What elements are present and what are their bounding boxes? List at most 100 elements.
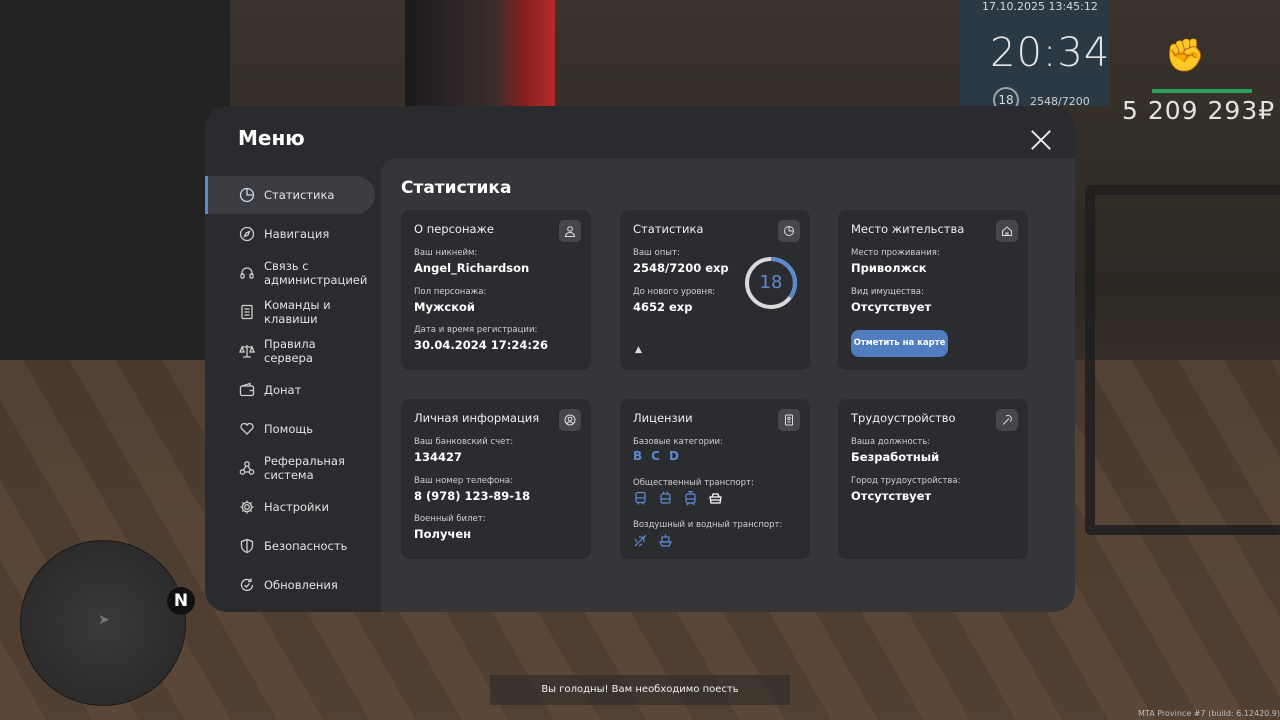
sidebar-item-label: Донат: [264, 383, 302, 397]
document-icon: [238, 303, 256, 321]
base-categories: B C D: [633, 449, 679, 463]
sidebar-item-label: Связь с администрацией: [264, 259, 368, 287]
bank-label: Ваш банковский счет:: [414, 437, 514, 447]
bus-icon: [633, 491, 648, 506]
nickname-value: Angel_Richardson: [414, 261, 530, 275]
hud-money: 5 209 293₽: [1122, 96, 1276, 125]
sidebar-item-settings[interactable]: Настройки: [205, 488, 375, 526]
pickaxe-icon: [996, 409, 1018, 431]
build-info: MTA Province #7 (build: 6.12420.9): [1138, 709, 1280, 718]
military-label: Военный билет:: [414, 514, 486, 524]
sidebar-item-label: Реферальная система: [264, 454, 345, 482]
sidebar-item-security[interactable]: Безопасность: [205, 527, 375, 565]
military-value: Получен: [414, 527, 472, 541]
pie-chart-icon: [778, 220, 800, 242]
category-b: B: [633, 449, 643, 463]
compass-north: N: [167, 587, 195, 615]
pie-chart-icon: [238, 186, 256, 204]
network-icon: [238, 459, 256, 477]
card-character: О персонаже Ваш никнейм: Angel_Richardso…: [401, 210, 591, 370]
sidebar-item-help[interactable]: Помощь: [205, 410, 375, 448]
shield-icon: [238, 537, 256, 555]
license-icon: [778, 409, 800, 431]
base-categories-label: Базовые категории:: [633, 437, 723, 447]
level-number: 18: [759, 272, 783, 293]
sidebar-item-label: Статистика: [264, 188, 335, 202]
public-transport-icons: [633, 491, 723, 506]
bank-value: 134427: [414, 450, 463, 464]
hud-clock: 20:34: [990, 30, 1111, 76]
home-icon: [996, 220, 1018, 242]
card-licenses: Лицензии Базовые категории: B C D Общест…: [620, 399, 810, 559]
exp-value: 2548/7200 exp: [633, 261, 729, 275]
category-c: C: [651, 449, 660, 463]
card-title: О персонаже: [414, 222, 494, 236]
menu-window: Меню Статистика Навигация Связь с админи…: [205, 106, 1075, 612]
card-title: Лицензии: [633, 411, 693, 425]
trolleybus-icon: [658, 491, 673, 506]
sidebar-item-donate[interactable]: Донат: [205, 371, 375, 409]
health-bar: [1152, 89, 1252, 93]
mark-on-map-button[interactable]: Отметить на карте: [851, 330, 948, 357]
sidebar-item-rules[interactable]: Правила сервера: [205, 332, 375, 370]
next-level-value: 4652 exp: [633, 300, 693, 314]
sidebar-item-referral[interactable]: Реферальная система: [205, 449, 375, 487]
heart-hand-icon: [238, 420, 256, 438]
player-arrow-icon: ➤: [98, 612, 110, 628]
phone-value: 8 (978) 123-89-18: [414, 489, 531, 503]
card-statistics: Статистика Ваш опыт: 2548/7200 exp До но…: [620, 210, 810, 370]
hunger-notification: Вы голодны! Вам необходимо поесть: [490, 675, 790, 705]
work-city-label: Город трудоустройства:: [851, 476, 961, 486]
air-water-transport-icons: [633, 533, 673, 548]
user-circle-icon: [559, 409, 581, 431]
mouse-cursor-icon: ▲: [635, 345, 642, 355]
sidebar-item-updates[interactable]: Обновления: [205, 566, 375, 604]
property-value: Отсутствует: [851, 300, 932, 314]
taxi-icon: [708, 491, 723, 506]
public-transport-label: Общественный транспорт:: [633, 478, 754, 488]
menu-title: Меню: [238, 126, 305, 150]
sidebar-item-commands[interactable]: Команды и клавиши: [205, 293, 375, 331]
card-residence: Место жительства Место проживания: Приво…: [838, 210, 1028, 370]
phone-label: Ваш номер телефона:: [414, 476, 513, 486]
wall-background: [0, 0, 230, 360]
scales-icon: [238, 342, 256, 360]
content-panel: Статистика О персонаже Ваш никнейм: Ange…: [381, 158, 1075, 612]
sidebar-item-admin-contact[interactable]: Связь с администрацией: [205, 254, 375, 292]
vending-machine: [405, 0, 555, 106]
refresh-icon: [238, 576, 256, 594]
sidebar-item-label: Обновления: [264, 578, 338, 592]
property-label: Вид имущества:: [851, 287, 924, 297]
position-value: Безработный: [851, 450, 940, 464]
place-value: Приволжск: [851, 261, 927, 275]
sidebar-item-label: Правила сервера: [264, 337, 316, 365]
wallet-icon: [238, 381, 256, 399]
work-city-value: Отсутствует: [851, 489, 932, 503]
sidebar-item-label: Безопасность: [264, 539, 348, 553]
card-title: Трудоустройство: [851, 411, 956, 425]
card-title: Личная информация: [414, 411, 540, 425]
sidebar-item-statistics[interactable]: Статистика: [205, 176, 375, 214]
hud-date-time: 17.10.2025 13:45:12: [982, 0, 1098, 13]
sidebar-item-label: Помощь: [264, 422, 314, 436]
exp-label: Ваш опыт:: [633, 248, 680, 258]
card-title: Статистика: [633, 222, 704, 236]
sidebar-item-label: Настройки: [264, 500, 329, 514]
card-personal-info: Личная информация Ваш банковский счет: 1…: [401, 399, 591, 559]
page-title: Статистика: [401, 178, 512, 198]
registration-value: 30.04.2024 17:24:26: [414, 338, 548, 352]
air-water-transport-label: Воздушный и водный транспорт:: [633, 520, 783, 530]
boat-icon: [658, 533, 673, 548]
sidebar-item-label: Команды и клавиши: [264, 298, 331, 326]
gender-label: Пол персонажа:: [414, 287, 487, 297]
next-level-label: До нового уровня:: [633, 287, 716, 297]
compass-icon: [238, 225, 256, 243]
gender-value: Мужской: [414, 300, 475, 314]
close-button[interactable]: [1030, 129, 1052, 151]
sidebar-item-label: Навигация: [264, 227, 330, 241]
tram-icon: [683, 491, 698, 506]
sidebar-item-navigation[interactable]: Навигация: [205, 215, 375, 253]
category-d: D: [668, 449, 679, 463]
chair-background: [1085, 185, 1280, 535]
user-icon: [559, 220, 581, 242]
